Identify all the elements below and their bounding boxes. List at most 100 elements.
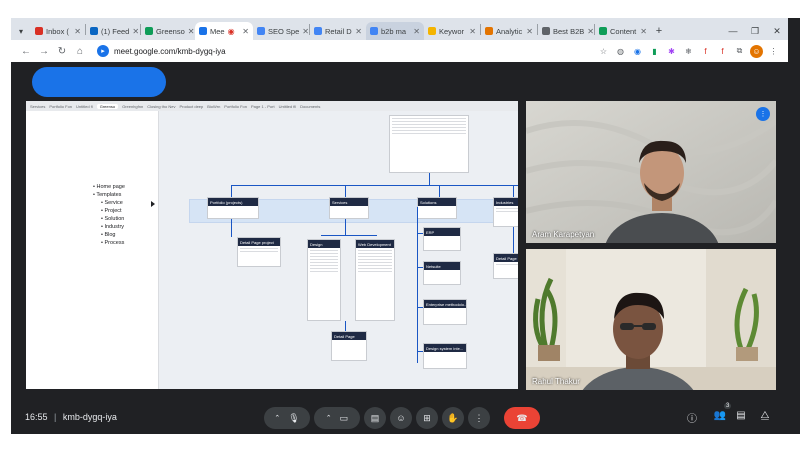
captions-button[interactable]: ▤	[364, 407, 386, 429]
close-icon[interactable]: ✕	[71, 27, 81, 36]
browser-menu-icon[interactable]: ⋮	[767, 45, 780, 58]
connector	[345, 321, 346, 331]
tab-label: Mee	[210, 26, 225, 36]
node-title: Detail Page	[332, 332, 366, 340]
meet-icon	[199, 27, 207, 35]
close-icon[interactable]: ✕	[185, 27, 195, 36]
close-icon[interactable]: ✕	[410, 27, 420, 36]
meet-control-bar: 16:55 | kmb-dygq-iya ⌃ 🎙 ⌃ ▭ ▤ ☺ ⊞ ✋ ⋮ ☎ ⓘ…	[11, 398, 788, 434]
sheets-icon	[145, 27, 153, 35]
participant-tile[interactable]: ⋮ Aram Karapetyan	[526, 101, 776, 243]
sitemap-item: Project	[93, 207, 125, 215]
node-detail-project: Detail Page project	[237, 237, 281, 267]
tab-label: b2b ma	[381, 26, 407, 36]
forward-icon[interactable]: →	[35, 42, 53, 60]
more-vert-icon: ⋮	[474, 412, 484, 423]
close-icon[interactable]: ✕	[239, 27, 249, 36]
profile-avatar[interactable]: ☺	[750, 44, 763, 58]
note-line	[310, 256, 338, 257]
browser-tab[interactable]: Keywor ✕	[424, 22, 480, 40]
minimize-button[interactable]: —	[722, 22, 744, 40]
close-icon[interactable]: ✕	[466, 27, 476, 36]
browser-tab[interactable]: Inbox (✕	[31, 22, 85, 40]
chevron-up-icon[interactable]: ⌃	[326, 414, 332, 422]
top-note-card	[389, 115, 469, 173]
connector	[345, 185, 346, 197]
present-button[interactable]: ⊞	[416, 407, 438, 429]
tab-label: Best B2B	[553, 26, 585, 36]
tab-bar: ▾ Inbox (✕ (1) Feed ✕ Greenso ✕ Mee ◉ ✕ SEO …	[11, 18, 788, 40]
extension-icon[interactable]: ▮	[648, 45, 661, 58]
gmail-icon	[35, 27, 43, 35]
note-line	[392, 130, 466, 131]
extension-icon[interactable]: f	[716, 45, 729, 58]
people-icon[interactable]: 👥	[712, 410, 728, 421]
note-line	[358, 268, 392, 269]
close-icon[interactable]: ✕	[352, 27, 362, 36]
note-line	[358, 256, 392, 257]
extension-icon[interactable]: f	[699, 45, 712, 58]
microphone-button[interactable]: ⌃ 🎙	[264, 407, 310, 429]
chevron-up-icon[interactable]: ⌃	[274, 414, 280, 422]
leave-call-button[interactable]: ☎	[504, 407, 540, 429]
browser-tab[interactable]: Retail D ✕	[310, 22, 366, 40]
home-icon[interactable]: ⌂	[71, 42, 89, 60]
tab-label: Greenso	[156, 26, 185, 36]
reload-icon[interactable]: ↻	[53, 42, 71, 60]
close-icon[interactable]: ✕	[584, 27, 594, 36]
url-field[interactable]: ▸ meet.google.com/kmb-dygq-iya	[97, 43, 587, 59]
browser-tab[interactable]: b2b ma ✕	[366, 22, 424, 40]
tab-label: SEO Spe	[268, 26, 300, 36]
extension-icon[interactable]: ❄	[682, 45, 695, 58]
sitemap-item: Industry	[93, 223, 125, 231]
participant-tile[interactable]: Rahul Thakur	[526, 249, 776, 390]
close-icon[interactable]: ✕	[129, 27, 139, 36]
restore-button[interactable]: ❐	[744, 22, 766, 40]
node-title: Web Development	[356, 240, 394, 248]
connector	[429, 173, 430, 185]
close-icon[interactable]: ✕	[299, 27, 309, 36]
node-title: Detail Page	[494, 254, 518, 262]
extension-icon[interactable]: ◍	[614, 45, 627, 58]
note-line	[358, 250, 392, 251]
close-window-button[interactable]: ✕	[766, 22, 788, 40]
browser-tab[interactable]: Greenso ✕	[141, 22, 195, 40]
tab-label: Keywor	[439, 26, 465, 36]
extension-icon[interactable]: ◉	[631, 45, 644, 58]
node-design: Design	[307, 239, 341, 321]
star-icon[interactable]: ☆	[597, 45, 610, 58]
present-screen-icon: ⊞	[423, 412, 431, 423]
activities-icon[interactable]: ⧋	[757, 410, 773, 421]
browser-tab[interactable]: (1) Feed ✕	[86, 22, 140, 40]
node-title: Industries	[494, 198, 518, 206]
close-icon[interactable]: ✕	[637, 27, 647, 36]
url-text: meet.google.com/kmb-dygq-iya	[114, 46, 226, 56]
browser-tab[interactable]: Content ✕	[595, 22, 651, 40]
back-icon[interactable]: ←	[17, 42, 35, 60]
close-icon[interactable]: ✕	[523, 27, 533, 36]
note-line	[392, 118, 466, 119]
address-bar: ← → ↻ ⌂ ▸ meet.google.com/kmb-dygq-iya ☆…	[11, 40, 788, 62]
chat-icon[interactable]: ▤	[733, 410, 749, 421]
more-options-button[interactable]: ⋮	[468, 407, 490, 429]
meeting-details-icon[interactable]: ⓘ	[684, 410, 700, 425]
reactions-button[interactable]: ☺	[390, 407, 412, 429]
tab-search-icon[interactable]: ▾	[11, 22, 31, 40]
connector	[513, 185, 514, 197]
mouse-cursor-icon	[151, 201, 155, 207]
screen: ▾ Inbox (✕ (1) Feed ✕ Greenso ✕ Mee ◉ ✕ SEO …	[0, 0, 800, 450]
new-tab-button[interactable]: +	[651, 22, 667, 40]
browser-tab[interactable]: Best B2B ✕	[538, 22, 594, 40]
microphone-icon: 🎙	[288, 412, 300, 423]
camera-button[interactable]: ⌃ ▭	[314, 407, 360, 429]
browser-tab[interactable]: Analytic ✕	[481, 22, 537, 40]
node-title: Detail Page project	[238, 238, 280, 246]
site-icon	[542, 27, 550, 35]
note-line	[310, 265, 338, 266]
raise-hand-button[interactable]: ✋	[442, 407, 464, 429]
extension-icon[interactable]: ✱	[665, 45, 678, 58]
browser-tab[interactable]: SEO Spe ✕	[253, 22, 309, 40]
extensions-puzzle-icon[interactable]: ⧉	[733, 45, 746, 58]
browser-tab-active[interactable]: Mee ◉ ✕	[195, 22, 253, 40]
site-info-icon[interactable]: ▸	[97, 45, 109, 57]
